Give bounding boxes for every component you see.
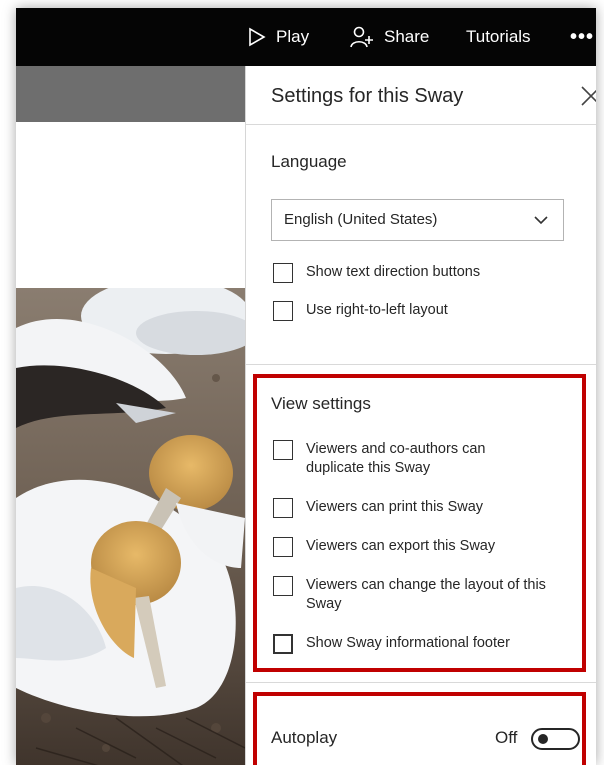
toggle-knob [538, 734, 548, 744]
show-footer-option[interactable]: Show Sway informational footer [273, 634, 510, 654]
tutorials-button[interactable]: Tutorials [466, 8, 531, 66]
settings-panel: Settings for this Sway Language English … [245, 66, 596, 765]
allow-duplicate-option[interactable]: Viewers and co-authors can duplicate thi… [273, 440, 526, 478]
allow-change-layout-option[interactable]: Viewers can change the layout of this Sw… [273, 576, 546, 614]
right-to-left-option[interactable]: Use right-to-left layout [273, 301, 448, 321]
view-settings-heading: View settings [271, 394, 371, 413]
show-text-direction-label: Show text direction buttons [306, 264, 481, 280]
allow-print-label: Viewers can print this Sway [306, 499, 484, 515]
language-heading: Language [271, 152, 347, 171]
allow-change-layout-label: Viewers can change the layout of this Sw… [306, 577, 546, 612]
show-text-direction-checkbox[interactable] [273, 263, 293, 283]
allow-duplicate-checkbox[interactable] [273, 440, 293, 460]
view-settings-divider [246, 682, 596, 683]
play-label: Play [276, 27, 310, 46]
canvas-header-strip [16, 66, 245, 122]
app-window: Play Share Tutorials ••• Settings for th… [16, 8, 596, 765]
allow-print-option[interactable]: Viewers can print this Sway [273, 498, 483, 518]
right-to-left-label: Use right-to-left layout [306, 302, 448, 318]
show-footer-label: Show Sway informational footer [306, 635, 510, 651]
allow-change-layout-checkbox[interactable] [273, 576, 293, 596]
language-select-value: English (United States) [284, 211, 438, 228]
show-footer-checkbox[interactable] [273, 634, 293, 654]
more-icon: ••• [570, 25, 595, 48]
close-icon[interactable] [579, 84, 596, 108]
allow-print-checkbox[interactable] [273, 498, 293, 518]
play-button[interactable]: Play [248, 8, 309, 66]
more-button[interactable]: ••• [570, 8, 594, 66]
show-text-direction-option[interactable]: Show text direction buttons [273, 263, 480, 283]
chevron-down-icon [534, 216, 548, 225]
tutorials-label: Tutorials [466, 27, 531, 46]
title-divider [246, 124, 596, 125]
right-to-left-checkbox[interactable] [273, 301, 293, 321]
share-icon [350, 26, 373, 48]
panel-title: Settings for this Sway [271, 85, 464, 107]
language-divider [246, 364, 596, 365]
play-icon [249, 27, 266, 47]
allow-export-option[interactable]: Viewers can export this Sway [273, 537, 495, 557]
share-label: Share [384, 27, 430, 46]
view-settings-highlight [253, 374, 586, 672]
canvas-blank-area [16, 122, 245, 288]
gannet-photo [16, 288, 245, 765]
autoplay-toggle[interactable] [531, 728, 580, 750]
allow-export-checkbox[interactable] [273, 537, 293, 557]
share-button[interactable]: Share [350, 8, 429, 66]
autoplay-state: Off [495, 728, 518, 747]
autoplay-label: Autoplay [271, 728, 338, 747]
language-select[interactable]: English (United States) [271, 199, 564, 241]
top-toolbar: Play Share Tutorials ••• [16, 8, 596, 66]
allow-export-label: Viewers can export this Sway [306, 538, 496, 554]
allow-duplicate-label: Viewers and co-authors can duplicate thi… [306, 441, 486, 476]
